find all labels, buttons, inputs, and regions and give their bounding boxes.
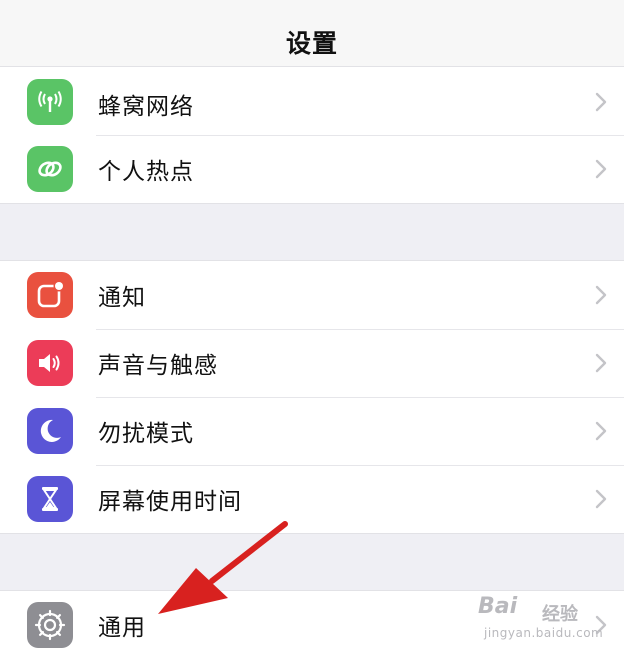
settings-row-label: 勿扰模式	[98, 421, 194, 447]
settings-row-label: 通知	[98, 285, 146, 311]
settings-row-notifications[interactable]: 通知	[0, 261, 624, 329]
chevron-right-icon	[590, 91, 612, 113]
settings-row-label: 蜂窝网络	[98, 94, 194, 120]
settings-row-label: 声音与触感	[98, 353, 218, 379]
hotspot-chain-icon	[27, 146, 73, 192]
chevron-right-icon	[590, 284, 612, 306]
gear-icon	[27, 602, 73, 648]
settings-row-do-not-disturb[interactable]: 勿扰模式	[0, 397, 624, 465]
settings-row-label: 屏幕使用时间	[98, 489, 242, 515]
settings-group-network: 蜂窝网络 个人热点	[0, 66, 624, 204]
settings-group-general: 通用	[0, 590, 624, 659]
speaker-icon	[27, 340, 73, 386]
chevron-right-icon	[590, 420, 612, 442]
notification-badge-icon	[27, 272, 73, 318]
moon-icon	[27, 408, 73, 454]
chevron-right-icon	[590, 488, 612, 510]
settings-row-label: 个人热点	[98, 159, 194, 185]
chevron-right-icon	[590, 158, 612, 180]
hourglass-icon	[27, 476, 73, 522]
chevron-right-icon	[590, 614, 612, 636]
settings-group-alerts: 通知 声音与触感 勿扰模式 屏幕使用时间	[0, 260, 624, 534]
settings-row-general[interactable]: 通用	[0, 591, 624, 659]
settings-row-screen-time[interactable]: 屏幕使用时间	[0, 465, 624, 533]
page-title: 设置	[285, 29, 338, 58]
chevron-right-icon	[590, 352, 612, 374]
antenna-icon	[27, 79, 73, 125]
settings-row-cellular[interactable]: 蜂窝网络	[0, 67, 624, 135]
settings-row-label: 通用	[98, 615, 146, 641]
settings-row-sounds-haptics[interactable]: 声音与触感	[0, 329, 624, 397]
settings-row-personal-hotspot[interactable]: 个人热点	[0, 135, 624, 203]
